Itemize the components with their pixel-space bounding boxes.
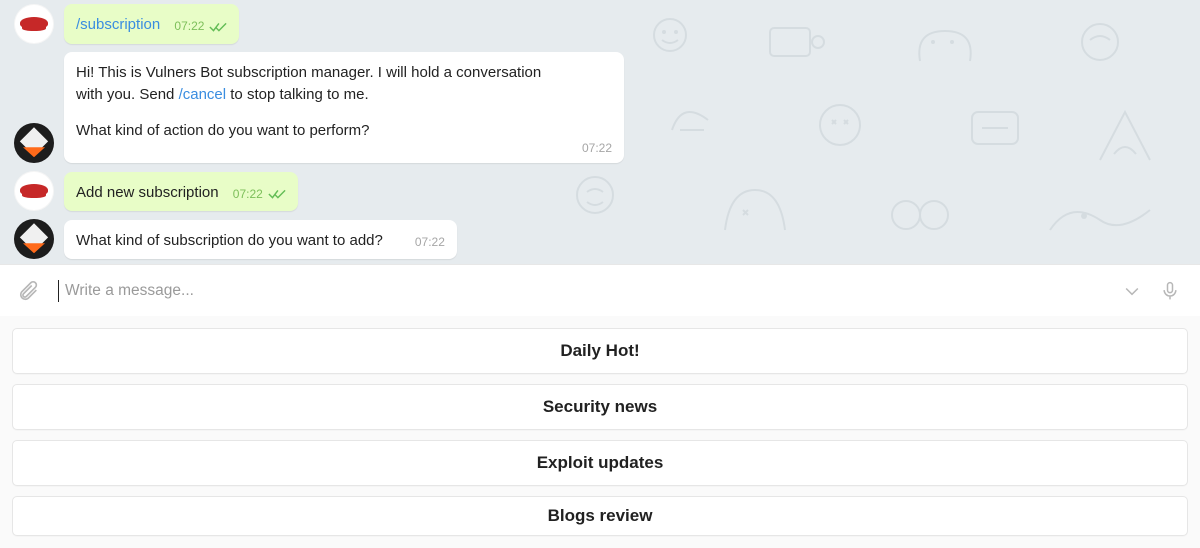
message-text-post: to stop talking to me. bbox=[226, 86, 369, 103]
kbd-daily-hot[interactable]: Daily Hot! bbox=[12, 328, 1188, 374]
kbd-label: Blogs review bbox=[548, 506, 653, 526]
message-time: 07:22 bbox=[233, 186, 263, 203]
read-check-icon bbox=[209, 21, 227, 33]
message-command-text: /subscription bbox=[76, 16, 160, 33]
avatar-bot[interactable] bbox=[14, 123, 54, 163]
messages-column: /subscription 07:22 Hi! This is Vulners … bbox=[0, 0, 1200, 264]
text-caret bbox=[58, 280, 59, 302]
message-text: Add new subscription bbox=[76, 184, 219, 201]
message-time: 07:22 bbox=[174, 18, 204, 35]
kbd-label: Exploit updates bbox=[537, 453, 664, 473]
message-text: What kind of subscription do you want to… bbox=[76, 230, 383, 252]
kbd-label: Daily Hot! bbox=[560, 341, 639, 361]
reply-keyboard: Daily Hot! Security news Exploit updates… bbox=[0, 316, 1200, 548]
avatar-user[interactable] bbox=[14, 171, 54, 211]
message-row-in-1: Hi! This is Vulners Bot subscription man… bbox=[14, 52, 1200, 163]
message-bubble-in[interactable]: What kind of subscription do you want to… bbox=[64, 220, 457, 260]
message-row-out-2: Add new subscription 07:22 bbox=[14, 171, 1200, 211]
attach-icon[interactable] bbox=[18, 280, 40, 302]
read-check-icon bbox=[268, 188, 286, 200]
message-input[interactable] bbox=[65, 282, 1104, 300]
message-time: 07:22 bbox=[415, 234, 445, 251]
kbd-label: Security news bbox=[543, 397, 657, 417]
kbd-blogs-review[interactable]: Blogs review bbox=[12, 496, 1188, 536]
message-time: 07:22 bbox=[582, 140, 612, 157]
chat-messages-area[interactable]: /subscription 07:22 Hi! This is Vulners … bbox=[0, 0, 1200, 264]
message-bubble-in[interactable]: Hi! This is Vulners Bot subscription man… bbox=[64, 52, 624, 163]
kbd-security-news[interactable]: Security news bbox=[12, 384, 1188, 430]
message-bubble-out[interactable]: Add new subscription 07:22 bbox=[64, 172, 298, 212]
message-cancel-command[interactable]: /cancel bbox=[179, 86, 227, 103]
avatar-bot[interactable] bbox=[14, 219, 54, 259]
message-text-line2: What kind of action do you want to perfo… bbox=[76, 120, 564, 142]
telegram-chat-window: /subscription 07:22 Hi! This is Vulners … bbox=[0, 0, 1200, 548]
message-row-in-2: What kind of subscription do you want to… bbox=[14, 219, 1200, 259]
kbd-exploit-updates[interactable]: Exploit updates bbox=[12, 440, 1188, 486]
avatar-user[interactable] bbox=[14, 4, 54, 44]
message-bubble-out[interactable]: /subscription 07:22 bbox=[64, 4, 239, 44]
message-text-line1: Hi! This is Vulners Bot subscription man… bbox=[76, 62, 564, 106]
message-input-bar bbox=[0, 264, 1200, 316]
microphone-icon[interactable] bbox=[1160, 280, 1180, 302]
keyboard-toggle-icon[interactable] bbox=[1122, 281, 1142, 301]
message-row-out-1: /subscription 07:22 bbox=[14, 4, 1200, 44]
message-input-wrap[interactable] bbox=[58, 280, 1104, 302]
